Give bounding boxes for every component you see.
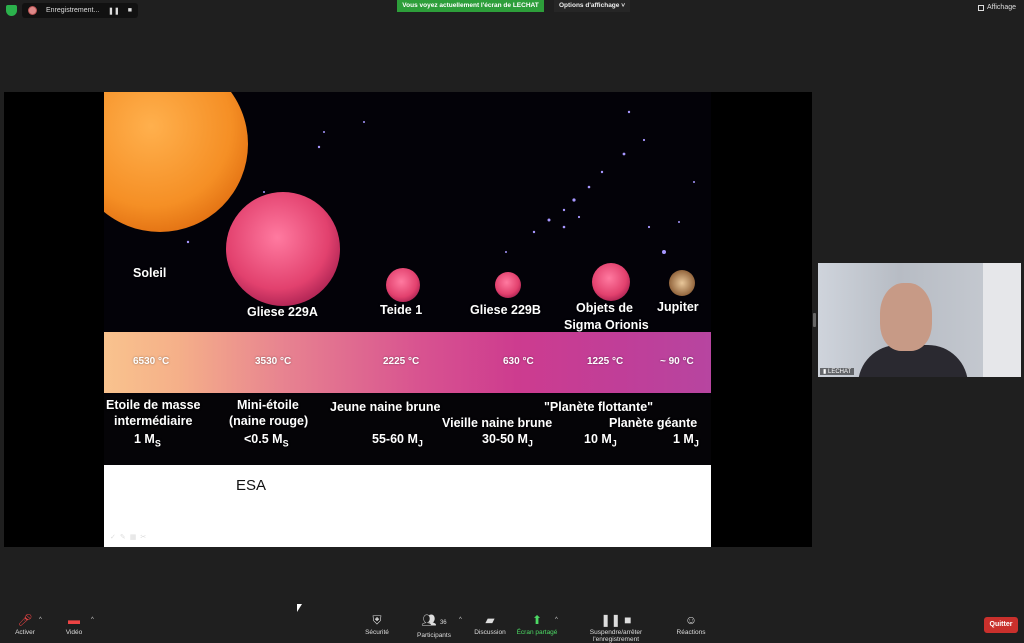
shield-icon: ⛨	[372, 613, 382, 627]
desc-mini-line2: (naine rouge)	[229, 414, 309, 428]
temp-5: 1225 °C	[587, 356, 624, 367]
recording-control-button[interactable]: ❚❚ ■ Suspendre/arrêter l'enregistrement	[566, 614, 666, 643]
sigma-orionis-image	[592, 263, 630, 301]
video-button[interactable]: ▬ Vidéo	[62, 614, 86, 636]
unmute-button[interactable]: 🎤︎ Activer	[12, 614, 38, 636]
label-teide1: Teide 1	[380, 303, 423, 317]
desc-planete-geante: Planète géante	[609, 416, 698, 430]
desc-pg-mass: 1 MJ	[673, 432, 699, 449]
screen-share-banner: Vous voyez actuellement l'écran de LECHA…	[397, 0, 544, 12]
layout-button[interactable]: Affichage	[977, 4, 1016, 11]
label-gliese229a: Gliese 229A	[247, 305, 318, 319]
share-options-chevron-icon[interactable]: ^	[555, 617, 558, 623]
security-label: Sécurité	[365, 629, 389, 636]
desc-jeune: Jeune naine brune	[330, 400, 441, 414]
video-label: Vidéo	[65, 629, 83, 636]
temp-3: 2225 °C	[383, 356, 420, 367]
recording-label: Enregistrement...	[46, 7, 100, 14]
unmute-label: Activer	[15, 629, 35, 636]
stop-icon[interactable]: ■	[128, 7, 132, 15]
slide-footer: ESA ✓✎▦✂	[104, 465, 711, 547]
recording-indicator[interactable]: Enregistrement... ❚❚ ■	[22, 3, 138, 18]
reactions-label: Réactions	[676, 629, 706, 636]
temp-6: ~ 90 °C	[660, 356, 694, 367]
leave-button[interactable]: Quitter	[984, 617, 1018, 633]
participant-name: ▮ LECHAT	[820, 368, 855, 375]
label-jupiter: Jupiter	[657, 300, 699, 314]
panel-resize-handle[interactable]	[813, 313, 816, 327]
video-off-icon: ▬	[68, 613, 80, 627]
desc-jeune-mass: 55-60 MJ	[372, 432, 423, 449]
desc-etoile-line2: intermédiaire	[114, 414, 193, 428]
video-window	[983, 263, 1021, 377]
desc-etoile-mass: 1 MS	[134, 432, 161, 449]
annotation-toolbar-icons: ✓✎▦✂	[110, 534, 151, 541]
desc-vieille-mass: 30-50 MJ	[482, 432, 533, 449]
gliese229b-image	[495, 272, 521, 298]
chat-button[interactable]: ▰ Discussion	[473, 614, 507, 636]
desc-mini-line1: Mini-étoile	[237, 398, 299, 412]
slide-artwork	[104, 92, 695, 306]
temp-2: 3530 °C	[255, 356, 292, 367]
pause-stop-icon: ❚❚ ■	[600, 613, 632, 627]
sun-image	[104, 92, 248, 232]
esa-credit: ESA	[236, 477, 267, 494]
mouse-cursor-icon	[297, 604, 302, 612]
participants-chevron-icon[interactable]: ^	[459, 617, 462, 623]
participant-video-tile[interactable]: ▮ LECHAT	[818, 263, 1021, 377]
reactions-button[interactable]: ☺ Réactions	[676, 614, 706, 636]
participants-icon: 👥︎ 36	[421, 613, 447, 627]
gliese229a-image	[226, 192, 340, 306]
teide1-image	[386, 268, 420, 302]
muted-mic-icon: 🎤︎	[17, 613, 33, 627]
label-objets: Objets de	[576, 301, 633, 315]
participants-label: Participants	[417, 632, 451, 639]
audio-options-chevron-icon[interactable]: ^	[39, 617, 42, 623]
label-gliese229b: Gliese 229B	[470, 303, 541, 317]
view-options-button[interactable]: Options d'affichage ˅	[554, 0, 630, 12]
participants-count: 36	[439, 620, 447, 626]
grid-icon	[977, 4, 984, 11]
signal-icon: ▮	[823, 369, 827, 375]
smiley-icon: ☺	[684, 613, 698, 627]
security-button[interactable]: ⛨ Sécurité	[362, 614, 392, 636]
shared-slide: Soleil Gliese 229A Teide 1 Gliese 229B O…	[104, 92, 711, 547]
desc-mini-mass: <0.5 MS	[244, 432, 289, 449]
chat-bubble-icon: ▰	[485, 613, 495, 627]
video-options-chevron-icon[interactable]: ^	[91, 617, 94, 623]
desc-vieille: Vieille naine brune	[442, 416, 553, 430]
share-screen-button[interactable]: ⬆ Écran partagé	[515, 614, 559, 636]
desc-pf-mass: 10 MJ	[584, 432, 617, 449]
temp-4: 630 °C	[503, 356, 534, 367]
layout-label: Affichage	[986, 4, 1016, 11]
recording-control-label: Suspendre/arrêter l'enregistrement	[589, 629, 643, 643]
chat-label: Discussion	[474, 629, 506, 636]
temp-1: 6530 °C	[133, 356, 170, 367]
security-shield-icon	[6, 5, 17, 16]
participant-head	[880, 283, 932, 351]
share-screen-icon: ⬆	[531, 613, 543, 627]
desc-planete-flottante: "Planète flottante"	[544, 400, 654, 414]
label-sigma-orionis: Sigma Orionis	[564, 318, 649, 332]
jupiter-image	[669, 270, 695, 296]
desc-etoile-line1: Etoile de masse	[106, 398, 201, 412]
participants-button[interactable]: 👥︎ 36 Participants	[414, 614, 454, 639]
label-soleil: Soleil	[133, 266, 167, 280]
share-screen-label: Écran partagé	[516, 629, 558, 636]
pause-icon[interactable]: ❚❚	[108, 7, 120, 15]
record-dot-icon	[28, 6, 37, 15]
